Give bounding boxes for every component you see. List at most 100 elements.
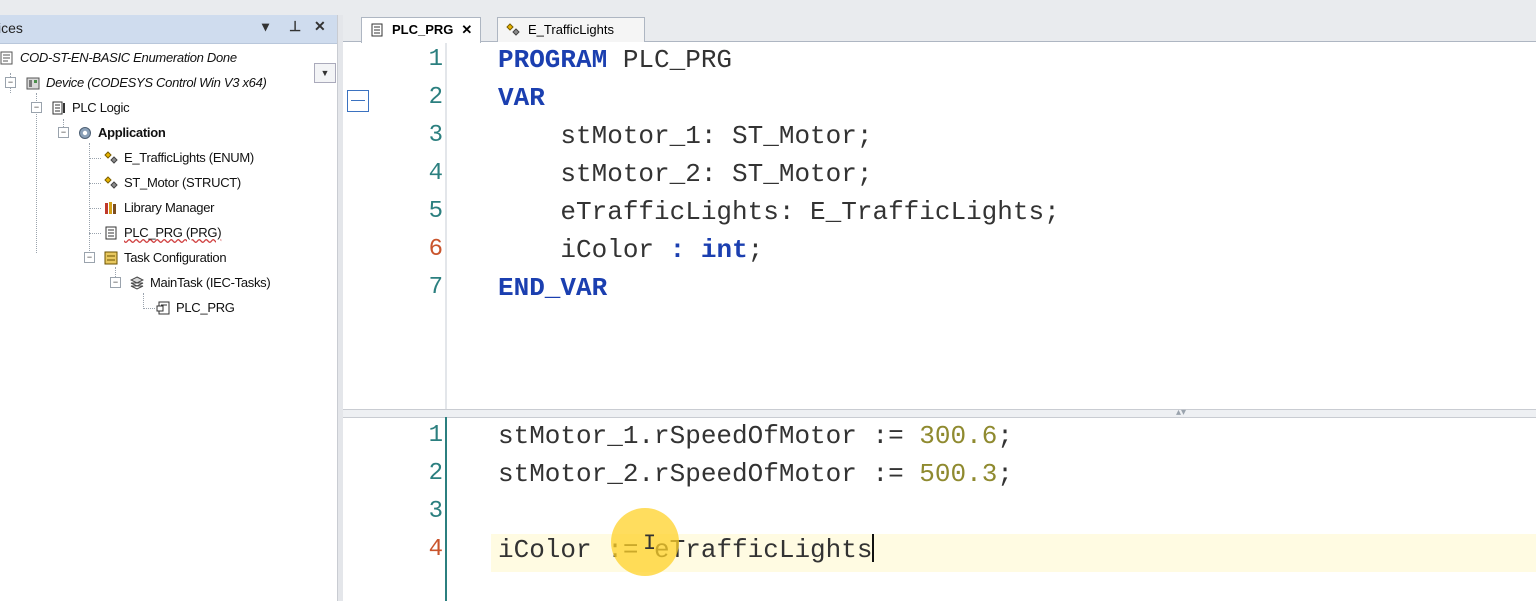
enum-icon: [506, 23, 520, 36]
panel-pin-icon[interactable]: ⊥: [289, 18, 301, 35]
tree-item-plc-prg-call[interactable]: PLC_PRG: [156, 297, 235, 319]
text-caret: [872, 534, 875, 563]
collapse-application-icon[interactable]: −: [58, 127, 69, 138]
keyword: END_VAR: [498, 273, 608, 303]
enum-icon: [104, 150, 118, 164]
tree-connector: [89, 158, 101, 159]
code-text: stMotor_1.rSpeedOfMotor :=: [498, 421, 920, 451]
code-text: eTrafficLights: E_TrafficLights;: [498, 197, 1060, 227]
code-line[interactable]: stMotor_2.rSpeedOfMotor := 500.3;: [498, 455, 1013, 493]
collapse-maintask-icon[interactable]: −: [110, 277, 121, 288]
program-call-icon: [156, 301, 170, 315]
tree-item-project[interactable]: COD-ST-EN-BASIC Enumeration Done: [0, 47, 237, 69]
code-text: iColor: [498, 235, 670, 265]
code-line[interactable]: stMotor_1.rSpeedOfMotor := 300.6;: [498, 417, 1013, 455]
editor-tab-bar: PLC_PRG ✕ E_TrafficLights: [343, 15, 1536, 43]
tab-e-trafficlights[interactable]: E_TrafficLights: [497, 17, 645, 42]
number-literal: 500.3: [919, 459, 998, 489]
code-text: stMotor_2: ST_Motor;: [498, 159, 873, 189]
close-tab-icon[interactable]: ✕: [461, 22, 472, 37]
code-line[interactable]: stMotor_1: ST_Motor;: [498, 117, 872, 155]
keyword: int: [700, 235, 748, 265]
task-config-icon: [104, 251, 118, 265]
task-icon: [130, 276, 144, 290]
code-text: ;: [747, 235, 764, 265]
code-line[interactable]: iColor : int;: [498, 231, 763, 269]
tree-item-label: Application: [98, 125, 166, 140]
code-line[interactable]: VAR: [498, 79, 545, 117]
program-icon: [371, 23, 383, 37]
tree-item-label: PLC_PRG (PRG): [124, 225, 222, 240]
tree-connector: [89, 233, 101, 234]
code-line[interactable]: PROGRAM PLC_PRG: [498, 41, 732, 79]
tree-item-label: Device (CODESYS Control Win V3 x64): [46, 75, 267, 90]
tree-item-label: PLC_PRG: [176, 300, 235, 315]
code-editor: PLC_PRG ✕ E_TrafficLights 1 2 3 4 5 6 7 P…: [343, 15, 1536, 601]
tab-label: PLC_PRG: [392, 22, 454, 37]
keyword: VAR: [498, 83, 545, 113]
tree-item-label: COD-ST-EN-BASIC Enumeration Done: [20, 50, 237, 65]
devices-panel-title: ices: [0, 20, 23, 36]
ibeam-cursor-icon: I: [643, 531, 657, 556]
tab-label: E_TrafficLights: [528, 22, 614, 37]
code-line[interactable]: stMotor_2: ST_Motor;: [498, 155, 872, 193]
line-number: 1: [428, 422, 443, 449]
tree-item-device[interactable]: Device (CODESYS Control Win V3 x64): [26, 72, 267, 94]
code-text: ;: [997, 459, 1013, 489]
project-dropdown-button[interactable]: ▼: [314, 63, 336, 83]
tree-item-st-motor[interactable]: ST_Motor (STRUCT): [104, 172, 241, 194]
collapse-task-config-icon[interactable]: −: [84, 252, 95, 263]
code-text: ;: [997, 421, 1013, 451]
number-literal: 300.6: [919, 421, 998, 451]
line-number: 4: [428, 536, 443, 563]
code-line[interactable]: eTrafficLights: E_TrafficLights;: [498, 193, 1060, 231]
tree-item-label: E_TrafficLights (ENUM): [124, 150, 254, 165]
plc-logic-icon: [52, 101, 65, 115]
tree-item-label: PLC Logic: [72, 100, 130, 115]
tree-item-label: Library Manager: [124, 200, 215, 215]
line-number: 4: [428, 160, 443, 187]
project-icon: [0, 51, 13, 65]
application-gear-icon: [79, 126, 91, 139]
fold-var-block-icon[interactable]: [347, 90, 369, 112]
line-number: 2: [428, 460, 443, 487]
tree-connector: [89, 183, 101, 184]
panel-dropdown-icon[interactable]: ▾: [262, 18, 269, 35]
library-icon: [105, 201, 116, 214]
code-text: stMotor_2.rSpeedOfMotor :=: [498, 459, 920, 489]
device-icon: [26, 77, 40, 90]
code-text: eTrafficLights: [654, 535, 873, 565]
struct-icon: [104, 175, 118, 189]
line-number: 3: [428, 498, 443, 525]
code-text: stMotor_1: ST_Motor;: [498, 121, 873, 151]
tree-item-label: MainTask (IEC-Tasks): [150, 275, 271, 290]
line-number: 7: [428, 274, 443, 301]
panel-close-icon[interactable]: ✕: [314, 18, 326, 35]
declaration-gutter-line: [445, 43, 447, 409]
tree-item-application[interactable]: Application: [78, 122, 166, 144]
code-line-current[interactable]: iColor := eTrafficLights: [498, 531, 875, 569]
window-top-strip: [0, 0, 1536, 15]
line-number: 3: [428, 122, 443, 149]
tree-item-plc-prg[interactable]: PLC_PRG (PRG): [104, 222, 222, 244]
code-text: PLC_PRG: [607, 45, 733, 75]
code-text: iColor: [498, 535, 608, 565]
tree-item-e-trafficlights[interactable]: E_TrafficLights (ENUM): [104, 147, 254, 169]
tree-item-maintask[interactable]: MainTask (IEC-Tasks): [130, 272, 271, 294]
tree-item-library-manager[interactable]: Library Manager: [104, 197, 214, 219]
collapse-device-icon[interactable]: −: [5, 77, 16, 88]
tree-item-task-configuration[interactable]: Task Configuration: [104, 247, 227, 269]
tab-plc-prg[interactable]: PLC_PRG ✕: [361, 17, 482, 43]
implementation-gutter-line: [445, 417, 447, 601]
line-number: 5: [428, 198, 443, 225]
collapse-plc-logic-icon[interactable]: −: [31, 102, 42, 113]
tree-connector: [36, 93, 37, 253]
tree-connector: [63, 119, 64, 127]
code-line[interactable]: END_VAR: [498, 269, 607, 307]
tree-item-label: ST_Motor (STRUCT): [124, 175, 241, 190]
program-icon: [105, 226, 117, 240]
tree-connector: [89, 208, 101, 209]
devices-panel: ices ▾ ⊥ ✕ COD-ST-EN-BASIC Enumeration D…: [0, 15, 337, 601]
splitter-grip-icon[interactable]: ▴▾: [1176, 407, 1186, 418]
tree-item-plc-logic[interactable]: PLC Logic: [52, 97, 130, 119]
